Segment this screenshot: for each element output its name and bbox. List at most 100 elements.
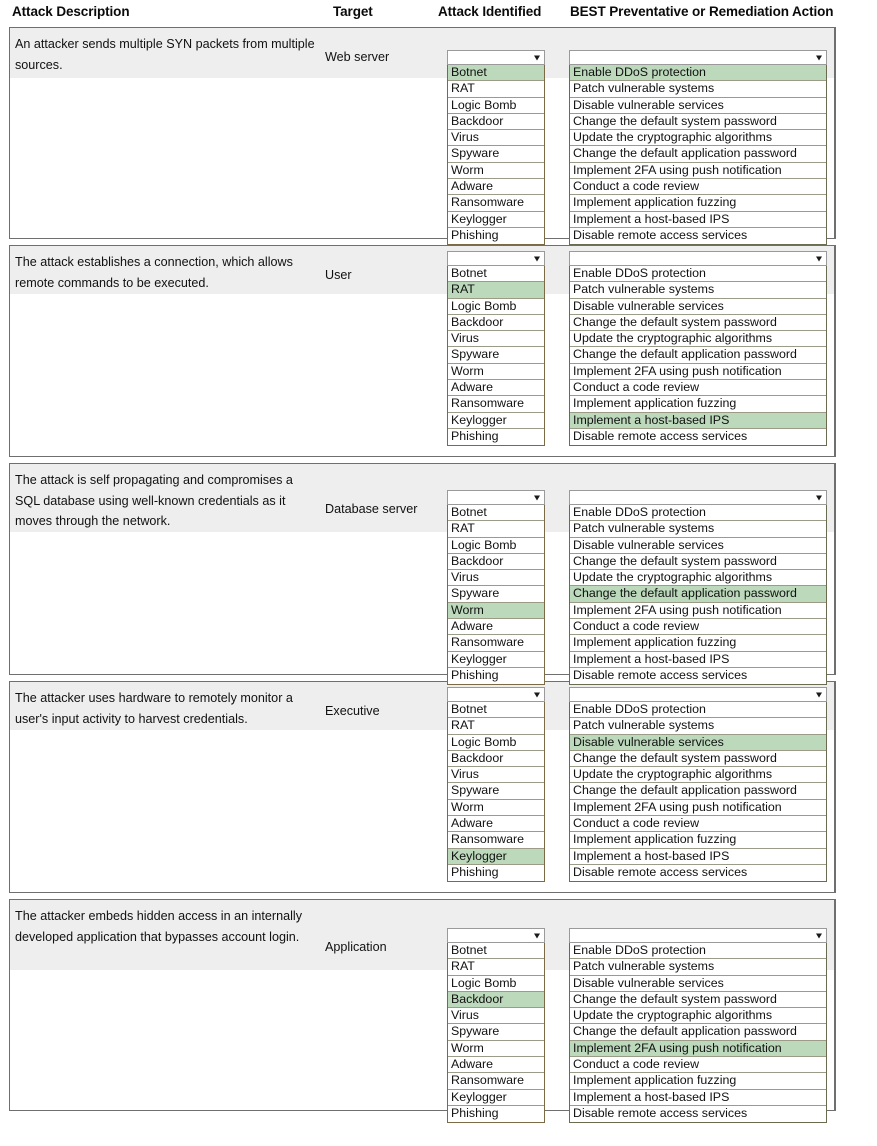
- list-item[interactable]: Keylogger: [448, 412, 544, 429]
- list-item[interactable]: Phishing: [448, 1105, 544, 1123]
- list-item[interactable]: Disable remote access services: [570, 864, 826, 882]
- list-item[interactable]: Backdoor: [448, 314, 544, 332]
- list-item[interactable]: Adware: [448, 816, 544, 833]
- list-item[interactable]: Keylogger: [448, 848, 544, 865]
- list-item[interactable]: Change the default application password: [570, 146, 826, 163]
- list-item[interactable]: Disable vulnerable services: [570, 97, 826, 114]
- list-item[interactable]: Conduct a code review: [570, 179, 826, 196]
- list-item[interactable]: Ransomware: [448, 1073, 544, 1090]
- list-item[interactable]: Botnet: [448, 505, 544, 522]
- list-item[interactable]: Botnet: [448, 943, 544, 960]
- list-item[interactable]: Adware: [448, 1057, 544, 1074]
- list-item[interactable]: Adware: [448, 380, 544, 397]
- attack-identified-options[interactable]: Botnet RAT Logic Bomb Backdoor Virus Spyware W…: [447, 505, 545, 686]
- list-item[interactable]: Logic Bomb: [448, 97, 544, 114]
- list-item[interactable]: Spyware: [448, 146, 544, 163]
- list-item[interactable]: Implement application fuzzing: [570, 396, 826, 413]
- list-item[interactable]: Logic Bomb: [448, 537, 544, 554]
- list-item[interactable]: Worm: [448, 602, 544, 620]
- list-item[interactable]: Conduct a code review: [570, 1057, 826, 1074]
- list-item[interactable]: Disable remote access services: [570, 667, 826, 685]
- list-item[interactable]: Botnet: [448, 702, 544, 719]
- attack-identified-options[interactable]: Botnet RAT Logic Bomb Backdoor Virus Spyware W…: [447, 266, 545, 447]
- attack-identified-options[interactable]: Botnet RAT Logic Bomb Backdoor Virus Spyware W…: [447, 702, 545, 883]
- list-item[interactable]: Phishing: [448, 864, 544, 882]
- list-item[interactable]: Logic Bomb: [448, 975, 544, 992]
- list-item[interactable]: Enable DDoS protection: [570, 943, 826, 960]
- list-item[interactable]: Update the cryptographic algorithms: [570, 331, 826, 348]
- list-item[interactable]: Conduct a code review: [570, 380, 826, 397]
- list-item[interactable]: Patch vulnerable systems: [570, 282, 826, 299]
- list-item[interactable]: Change the default system password: [570, 991, 826, 1009]
- list-item[interactable]: RAT: [448, 959, 544, 976]
- list-item[interactable]: Update the cryptographic algorithms: [570, 1008, 826, 1025]
- list-item[interactable]: Spyware: [448, 586, 544, 603]
- list-item[interactable]: Change the default application password: [570, 1024, 826, 1041]
- list-item[interactable]: Implement a host-based IPS: [570, 1089, 826, 1106]
- list-item[interactable]: Change the default application password: [570, 347, 826, 364]
- list-item[interactable]: RAT: [448, 282, 544, 299]
- list-item[interactable]: Phishing: [448, 227, 544, 245]
- list-item[interactable]: Spyware: [448, 347, 544, 364]
- list-item[interactable]: Update the cryptographic algorithms: [570, 130, 826, 147]
- list-item[interactable]: Enable DDoS protection: [570, 65, 826, 82]
- best-action-select[interactable]: [569, 928, 827, 943]
- list-item[interactable]: Change the default application password: [570, 586, 826, 603]
- attack-identified-select[interactable]: [447, 50, 545, 65]
- best-action-options[interactable]: Enable DDoS protection Patch vulnerable s…: [569, 505, 827, 686]
- list-item[interactable]: Implement application fuzzing: [570, 832, 826, 849]
- list-item[interactable]: RAT: [448, 521, 544, 538]
- list-item[interactable]: Disable remote access services: [570, 1105, 826, 1123]
- list-item[interactable]: Disable remote access services: [570, 428, 826, 446]
- attack-identified-select[interactable]: [447, 687, 545, 702]
- list-item[interactable]: Adware: [448, 619, 544, 636]
- list-item[interactable]: Patch vulnerable systems: [570, 959, 826, 976]
- list-item[interactable]: Implement a host-based IPS: [570, 848, 826, 865]
- best-action-select[interactable]: [569, 687, 827, 702]
- list-item[interactable]: Implement a host-based IPS: [570, 412, 826, 429]
- list-item[interactable]: Phishing: [448, 667, 544, 685]
- list-item[interactable]: Spyware: [448, 1024, 544, 1041]
- list-item[interactable]: Spyware: [448, 783, 544, 800]
- list-item[interactable]: Worm: [448, 799, 544, 817]
- list-item[interactable]: Disable remote access services: [570, 227, 826, 245]
- list-item[interactable]: Implement a host-based IPS: [570, 651, 826, 668]
- list-item[interactable]: Phishing: [448, 428, 544, 446]
- best-action-options[interactable]: Enable DDoS protection Patch vulnerable s…: [569, 943, 827, 1124]
- list-item[interactable]: Enable DDoS protection: [570, 702, 826, 719]
- list-item[interactable]: Virus: [448, 1008, 544, 1025]
- list-item[interactable]: Ransomware: [448, 195, 544, 212]
- list-item[interactable]: Implement 2FA using push notification: [570, 162, 826, 180]
- list-item[interactable]: Update the cryptographic algorithms: [570, 767, 826, 784]
- list-item[interactable]: Ransomware: [448, 635, 544, 652]
- list-item[interactable]: Disable vulnerable services: [570, 537, 826, 554]
- list-item[interactable]: Change the default system password: [570, 314, 826, 332]
- list-item[interactable]: Enable DDoS protection: [570, 266, 826, 283]
- list-item[interactable]: Implement application fuzzing: [570, 1073, 826, 1090]
- best-action-options[interactable]: Enable DDoS protection Patch vulnerable s…: [569, 266, 827, 447]
- list-item[interactable]: Implement application fuzzing: [570, 635, 826, 652]
- list-item[interactable]: Implement application fuzzing: [570, 195, 826, 212]
- list-item[interactable]: Enable DDoS protection: [570, 505, 826, 522]
- list-item[interactable]: Patch vulnerable systems: [570, 521, 826, 538]
- list-item[interactable]: Backdoor: [448, 750, 544, 768]
- attack-identified-options[interactable]: Botnet RAT Logic Bomb Backdoor Virus Spyware W…: [447, 943, 545, 1124]
- list-item[interactable]: Conduct a code review: [570, 619, 826, 636]
- list-item[interactable]: Change the default system password: [570, 113, 826, 131]
- list-item[interactable]: Worm: [448, 1040, 544, 1058]
- best-action-options[interactable]: Enable DDoS protection Patch vulnerable s…: [569, 702, 827, 883]
- list-item[interactable]: Change the default system password: [570, 553, 826, 571]
- list-item[interactable]: Keylogger: [448, 1089, 544, 1106]
- best-action-select[interactable]: [569, 251, 827, 266]
- list-item[interactable]: Disable vulnerable services: [570, 975, 826, 992]
- list-item[interactable]: RAT: [448, 718, 544, 735]
- list-item[interactable]: Keylogger: [448, 211, 544, 228]
- list-item[interactable]: Implement 2FA using push notification: [570, 799, 826, 817]
- list-item[interactable]: Worm: [448, 363, 544, 381]
- list-item[interactable]: Backdoor: [448, 991, 544, 1009]
- best-action-select[interactable]: [569, 50, 827, 65]
- list-item[interactable]: Change the default system password: [570, 750, 826, 768]
- list-item[interactable]: Patch vulnerable systems: [570, 718, 826, 735]
- best-action-select[interactable]: [569, 490, 827, 505]
- list-item[interactable]: Logic Bomb: [448, 734, 544, 751]
